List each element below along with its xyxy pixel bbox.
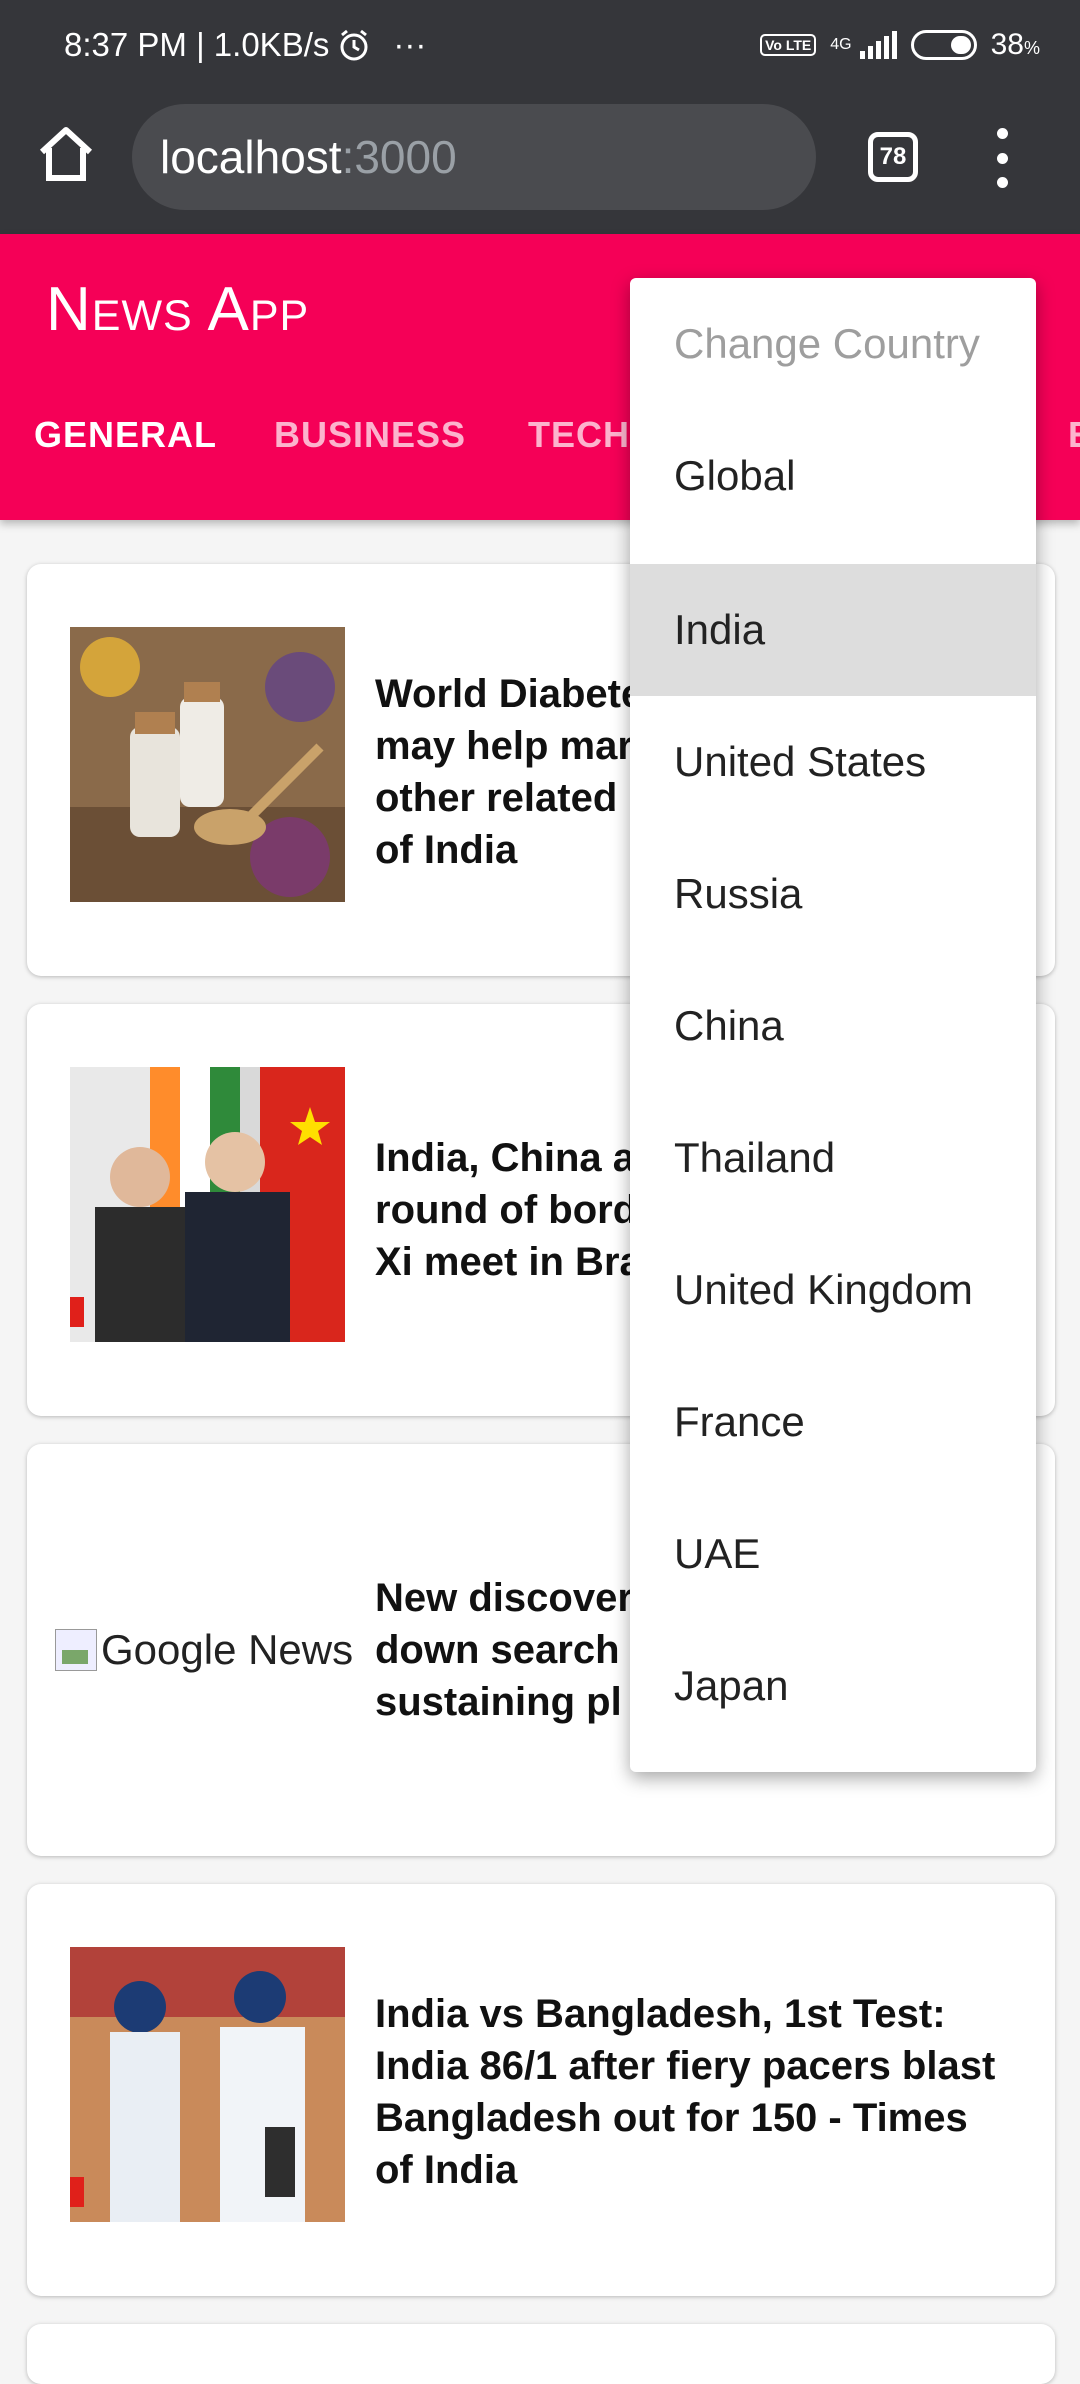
tab-tech[interactable]: TECH [528,414,630,456]
browser-toolbar: localhost :3000 78 [0,96,1080,234]
home-icon [39,127,93,181]
news-card[interactable]: India vs Bangladesh, 1st Test: India 86/… [27,1884,1055,2296]
image-alt-text: Google News [101,1626,354,1673]
country-option-india[interactable]: India [630,564,1036,696]
browser-menu-button[interactable] [990,128,1014,188]
signal-icon [859,31,897,59]
news-card[interactable] [27,2324,1055,2384]
country-menu: Change Country Global India United State… [630,278,1036,1772]
home-button[interactable] [34,122,98,186]
network-type: 4G [830,36,852,53]
tab-entertainment[interactable]: E [1068,414,1080,456]
article-thumbnail [70,1067,345,1342]
country-option-uae[interactable]: UAE [630,1488,1036,1620]
country-option-france[interactable]: France [630,1356,1036,1488]
article-thumbnail-broken: Google News [55,1626,353,1674]
more-notifications-icon: ··· [393,26,427,63]
country-option-united-states[interactable]: United States [630,696,1036,828]
url-port: :3000 [341,131,457,183]
alarm-icon [340,29,368,61]
broken-image-icon [55,1629,97,1671]
country-option-global[interactable]: Global [630,410,1036,542]
url-host: localhost [160,131,342,183]
country-option-japan[interactable]: Japan [630,1620,1036,1752]
tab-count: 78 [879,143,907,170]
tab-general[interactable]: GENERAL [34,414,217,456]
app-title: News App [46,275,310,344]
country-option-united-kingdom[interactable]: United Kingdom [630,1224,1036,1356]
article-headline[interactable]: India vs Bangladesh, 1st Test: India 86/… [375,1988,1055,2196]
country-menu-header: Change Country [674,320,980,367]
status-bar: 8:37 PM | 1.0KB/s ··· Vo LTE 4G 38% [0,0,1080,96]
tab-business[interactable]: BUSINESS [274,414,466,456]
url-bar[interactable]: localhost :3000 [132,104,816,210]
article-thumbnail [70,627,345,902]
status-time: 8:37 PM | 1.0KB/s [64,26,330,63]
country-option-thailand[interactable]: Thailand [630,1092,1036,1224]
tab-switcher-button[interactable]: 78 [868,132,918,182]
battery-percent: 38% [990,28,1040,61]
country-option-china[interactable]: China [630,960,1036,1092]
article-thumbnail [70,1947,345,2222]
battery-icon [910,30,977,60]
volte-icon: Vo LTE [760,34,817,56]
country-option-russia[interactable]: Russia [630,828,1036,960]
